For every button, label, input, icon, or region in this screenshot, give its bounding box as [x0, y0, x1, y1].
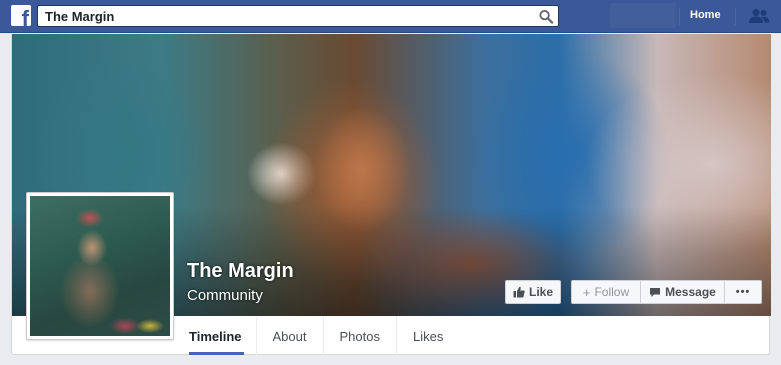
nav-divider [735, 8, 736, 25]
tab-label: Timeline [189, 328, 242, 344]
profile-picture[interactable] [26, 192, 174, 340]
nav-divider [679, 8, 680, 25]
page-tabs: Timeline About Photos Likes [189, 317, 459, 355]
search-input[interactable] [38, 6, 528, 26]
page-actions: + Follow Message ••• [571, 280, 763, 304]
tab-label: Photos [339, 328, 380, 344]
like-button[interactable]: Like [505, 280, 561, 304]
search-icon[interactable] [538, 9, 554, 24]
more-icon: ••• [735, 286, 751, 298]
tab-about[interactable]: About [257, 317, 324, 355]
friends-icon[interactable] [748, 8, 770, 24]
tab-photos[interactable]: Photos [324, 317, 397, 355]
profile-link-placeholder[interactable] [610, 3, 676, 28]
message-icon [650, 287, 661, 297]
more-options-button[interactable]: ••• [724, 280, 762, 304]
home-link[interactable]: Home [690, 9, 721, 21]
thumbs-up-icon [513, 286, 525, 298]
follow-button-label: Follow [594, 285, 630, 299]
facebook-logo-icon[interactable]: f [11, 5, 31, 26]
page-title[interactable]: The Margin [187, 260, 294, 283]
tab-label: About [272, 328, 307, 344]
like-button-label: Like [528, 285, 553, 299]
page-header-card: The Margin Community Like + Follow Messa… [11, 34, 771, 355]
plus-icon: + [582, 284, 591, 300]
facebook-logo-letter: f [21, 6, 29, 27]
tab-likes[interactable]: Likes [397, 317, 459, 355]
follow-button[interactable]: + Follow [571, 280, 641, 304]
tab-timeline[interactable]: Timeline [189, 317, 257, 355]
tab-label: Likes [412, 328, 444, 344]
search-bar[interactable] [37, 5, 559, 27]
page-category[interactable]: Community [187, 287, 263, 304]
message-button[interactable]: Message [640, 280, 725, 304]
top-navigation-bar: f Home [0, 0, 781, 33]
message-button-label: Message [665, 285, 716, 299]
profile-image [30, 196, 170, 336]
